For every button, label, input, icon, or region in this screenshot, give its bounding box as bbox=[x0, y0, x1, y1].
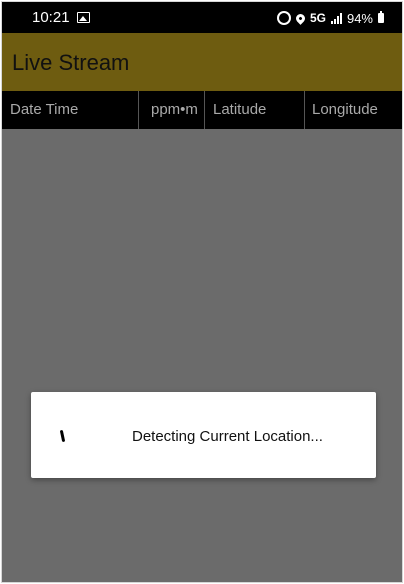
status-bar: 10:21 5G 94% bbox=[2, 2, 402, 33]
progress-dialog: Detecting Current Location... bbox=[31, 392, 376, 478]
status-icons: 5G 94% bbox=[276, 9, 384, 27]
table-header: Date Time ppm•m Latitude Longitude bbox=[2, 91, 402, 129]
app-bar: Live Stream bbox=[2, 33, 402, 91]
network-type: 5G bbox=[309, 11, 326, 25]
phone-screen: 10:21 5G 94% Live Stream Date Time ppm•m… bbox=[2, 2, 402, 582]
column-date-time[interactable]: Date Time bbox=[10, 91, 138, 129]
column-ppm[interactable]: ppm•m bbox=[138, 91, 204, 129]
signal-icon bbox=[330, 12, 342, 24]
dialog-message: Detecting Current Location... bbox=[132, 428, 323, 445]
battery-icon bbox=[378, 11, 384, 23]
column-latitude[interactable]: Latitude bbox=[204, 91, 304, 129]
alarm-icon bbox=[276, 11, 291, 25]
battery-level: 94% bbox=[346, 10, 373, 26]
column-longitude[interactable]: Longitude bbox=[304, 91, 402, 129]
location-icon bbox=[294, 11, 307, 25]
status-time: 10:21 bbox=[32, 9, 70, 26]
app-title: Live Stream bbox=[12, 50, 130, 75]
loading-spinner-icon bbox=[59, 429, 66, 443]
gallery-icon bbox=[77, 12, 90, 23]
